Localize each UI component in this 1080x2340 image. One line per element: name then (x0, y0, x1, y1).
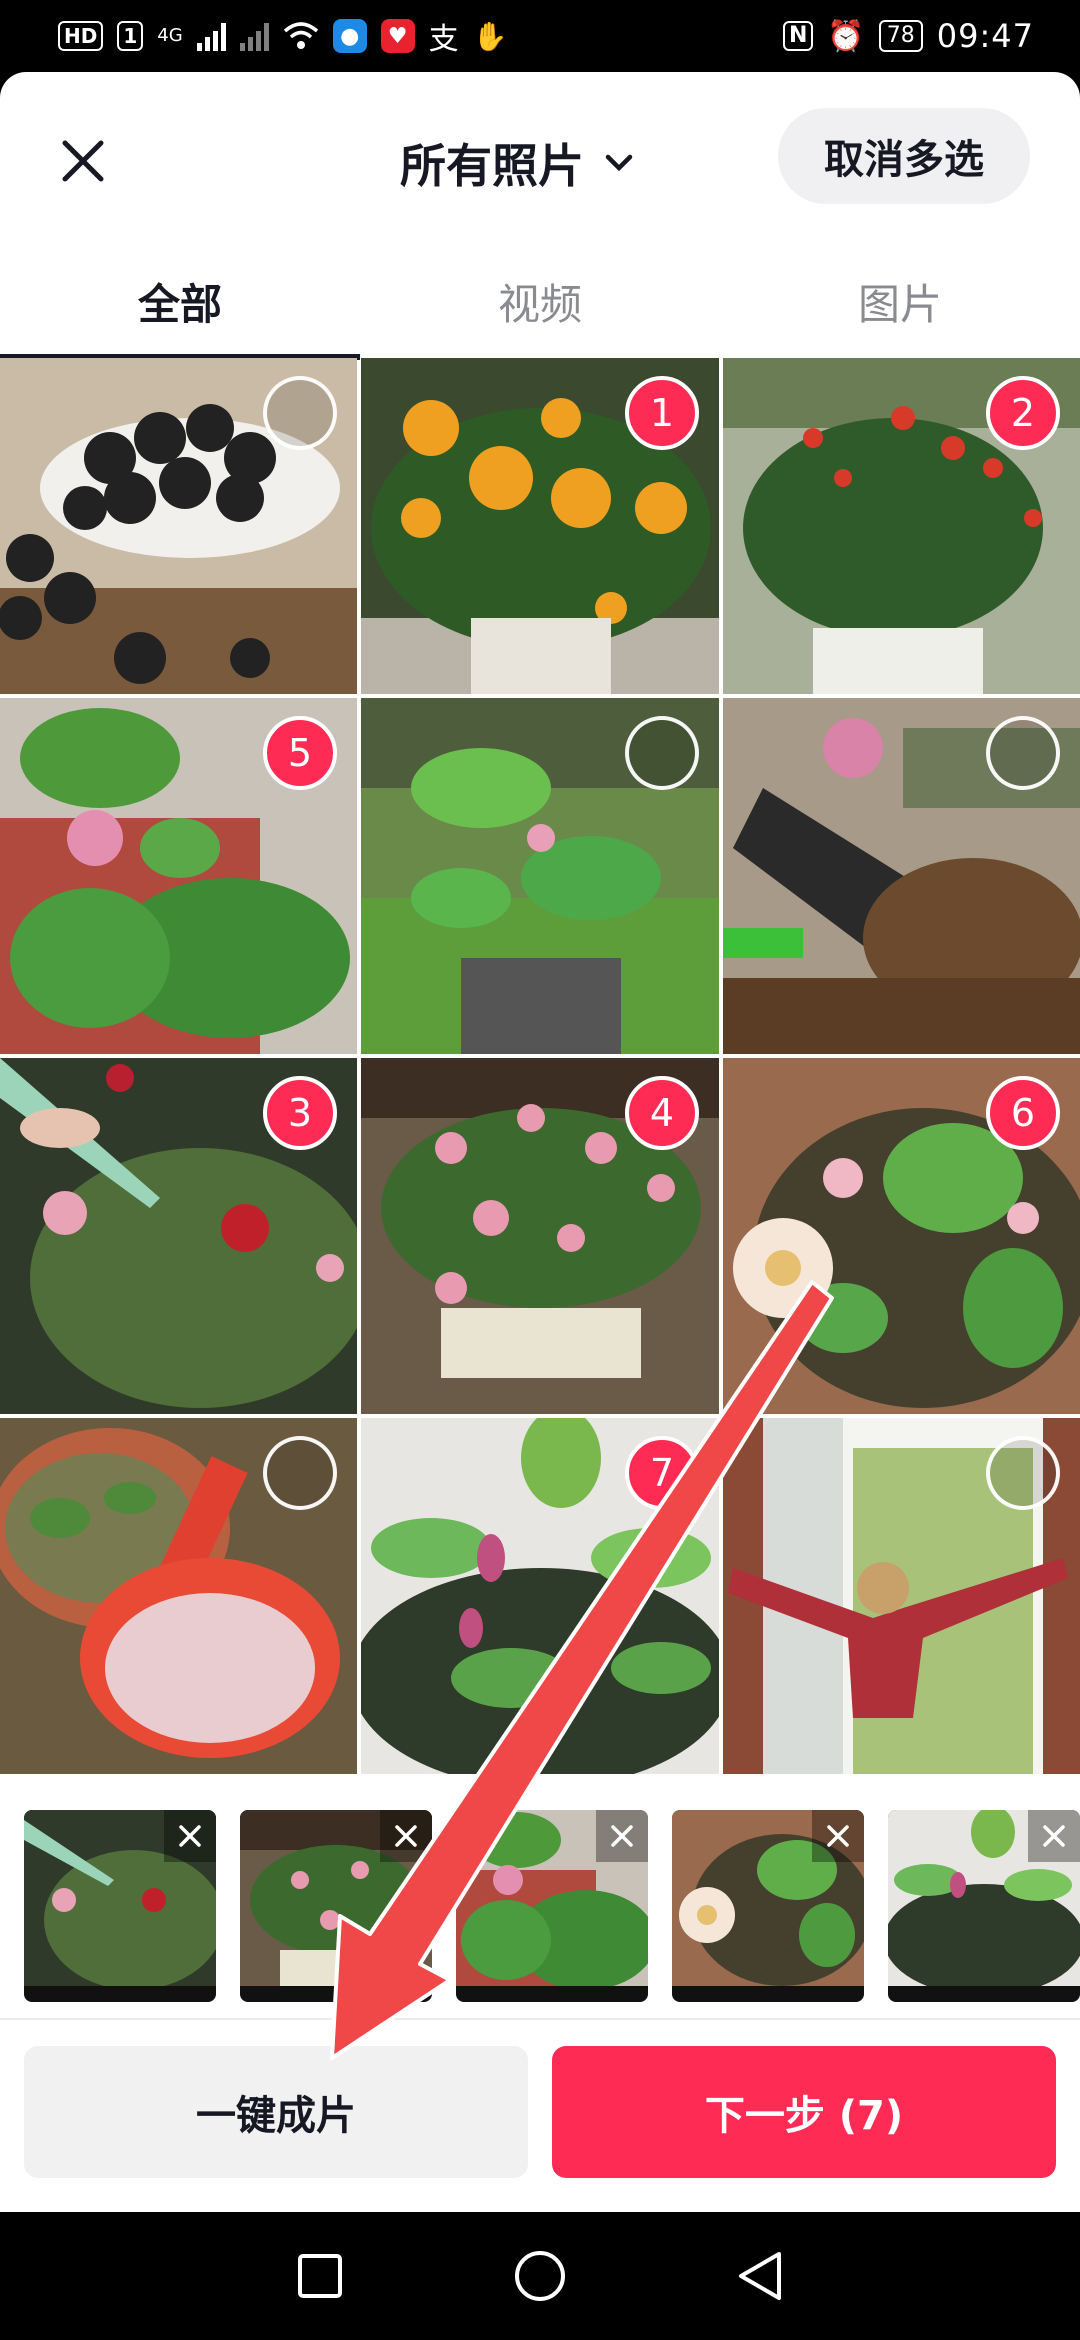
close-button[interactable] (48, 126, 118, 196)
selected-thumbnail[interactable] (456, 1810, 648, 2002)
hand-icon: ✋ (472, 19, 508, 53)
one-click-create-button[interactable]: 一键成片 (24, 2046, 528, 2178)
hd-badge: HD (58, 21, 104, 51)
alarm-icon: ⏰ (827, 18, 865, 54)
album-title: 所有照片 (400, 139, 584, 193)
close-icon (179, 1825, 201, 1847)
selected-thumbnail[interactable] (24, 1810, 216, 2002)
battery-icon: 78 (878, 20, 923, 52)
next-step-button[interactable]: 下一步 (7) (552, 2046, 1056, 2178)
select-circle[interactable] (986, 1436, 1060, 1510)
close-icon (1043, 1825, 1065, 1847)
remove-button[interactable] (1028, 1810, 1080, 1862)
photo-grid: 1 2 5 3 4 6 7 (0, 358, 1080, 1778)
tab-all[interactable]: 全部 (0, 242, 360, 360)
triangle-back-icon (739, 2252, 781, 2300)
select-badge[interactable]: 6 (986, 1076, 1060, 1150)
select-circle[interactable] (263, 1436, 337, 1510)
photo-thumbnail[interactable]: 5 (0, 698, 357, 1054)
select-circle[interactable] (625, 716, 699, 790)
system-nav-bar (0, 2212, 1080, 2340)
signal-icon (196, 21, 226, 51)
picker-header: 所有照片 取消多选 (0, 72, 1080, 242)
network-type: 4G (157, 25, 183, 46)
chevron-down-icon (605, 154, 633, 172)
photo-thumbnail[interactable] (0, 1418, 357, 1774)
square-icon (298, 2254, 342, 2298)
close-icon (611, 1825, 633, 1847)
action-bar: 一键成片 下一步 (7) (0, 2020, 1080, 2212)
photo-picker-sheet: 所有照片 取消多选 全部 视频 图片 1 2 5 3 4 6 7 一键成片 下一… (0, 72, 1080, 2212)
photo-thumbnail[interactable]: 7 (361, 1418, 719, 1774)
select-circle[interactable] (986, 716, 1060, 790)
app-heart-icon: ♥ (380, 19, 415, 53)
select-badge[interactable]: 1 (625, 376, 699, 450)
circle-icon (515, 2251, 565, 2301)
photo-thumbnail[interactable]: 1 (361, 358, 719, 694)
select-badge[interactable]: 3 (263, 1076, 337, 1150)
select-circle[interactable] (263, 376, 337, 450)
select-badge[interactable]: 4 (625, 1076, 699, 1150)
select-badge[interactable]: 2 (986, 376, 1060, 450)
select-badge[interactable]: 5 (263, 716, 337, 790)
recents-button[interactable] (290, 2246, 350, 2306)
nfc-icon: N (783, 21, 814, 51)
tab-video[interactable]: 视频 (360, 242, 720, 360)
media-tabs: 全部 视频 图片 (0, 242, 1080, 360)
remove-button[interactable] (164, 1810, 216, 1862)
photo-thumbnail[interactable] (723, 698, 1080, 1054)
remove-button[interactable] (812, 1810, 864, 1862)
app-notification-icon: ● (332, 19, 367, 53)
status-bar: HD 1 4G ● ♥ 支 ✋ N ⏰ 78 09:47 (0, 0, 1080, 72)
tab-image[interactable]: 图片 (720, 242, 1080, 360)
close-icon (62, 140, 104, 182)
remove-button[interactable] (380, 1810, 432, 1862)
selected-thumbnail[interactable] (888, 1810, 1080, 2002)
back-button[interactable] (730, 2246, 790, 2306)
selected-thumbnail[interactable] (672, 1810, 864, 2002)
clock: 09:47 (936, 17, 1034, 55)
home-button[interactable] (510, 2246, 570, 2306)
album-selector[interactable]: 所有照片 (400, 128, 634, 198)
photo-thumbnail[interactable] (361, 698, 719, 1054)
close-icon (827, 1825, 849, 1847)
remove-button[interactable] (596, 1810, 648, 1862)
photo-thumbnail[interactable] (723, 1418, 1080, 1774)
alipay-icon: 支 (428, 22, 459, 57)
photo-thumbnail[interactable]: 4 (361, 1058, 719, 1414)
close-icon (395, 1825, 417, 1847)
wifi-icon (283, 22, 318, 49)
photo-thumbnail[interactable] (0, 358, 357, 694)
photo-thumbnail[interactable]: 6 (723, 1058, 1080, 1414)
cancel-multiselect-button[interactable]: 取消多选 (778, 108, 1030, 204)
photo-thumbnail[interactable]: 2 (723, 358, 1080, 694)
select-badge[interactable]: 7 (625, 1436, 699, 1510)
signal-2-icon (239, 21, 269, 51)
sim-badge: 1 (117, 21, 144, 51)
selected-tray (0, 1778, 1080, 2020)
photo-thumbnail[interactable]: 3 (0, 1058, 357, 1414)
selected-thumbnail[interactable] (240, 1810, 432, 2002)
